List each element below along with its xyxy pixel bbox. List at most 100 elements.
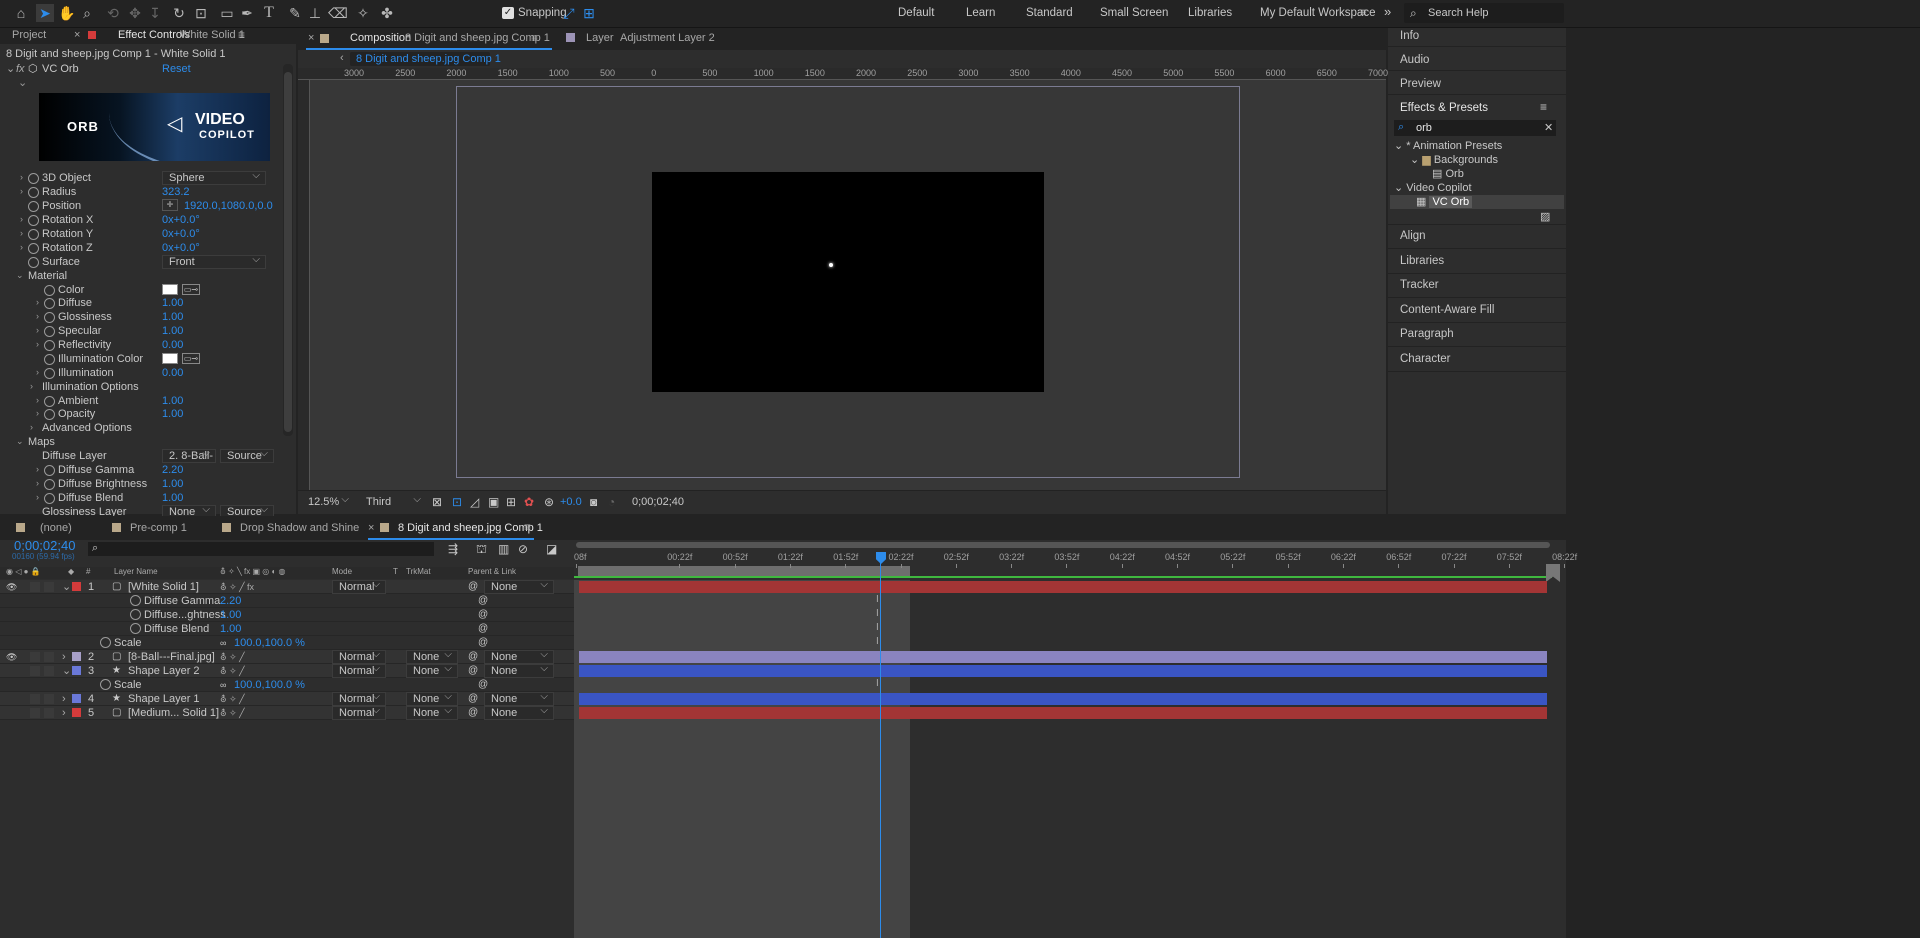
visibility-eye-icon[interactable]: 👁 xyxy=(6,650,17,664)
selection-tool-icon[interactable]: ➤ xyxy=(36,4,54,22)
pan-behind-tool-icon[interactable]: ⊡ xyxy=(192,4,210,22)
property-value[interactable]: 100.0,100.0 % xyxy=(234,636,305,650)
hide-shy-icon[interactable]: ▥ xyxy=(498,542,509,556)
effects-menu-icon[interactable]: ≡ xyxy=(1540,100,1547,114)
twirl-reflectivity-icon[interactable]: › xyxy=(36,339,39,349)
comp-canvas[interactable] xyxy=(652,172,1044,392)
panel-item-tracker[interactable]: Tracker xyxy=(1400,279,1439,291)
comp-mini-flowchart-icon[interactable]: ⇶ xyxy=(448,542,458,556)
transparency-grid-icon[interactable]: ⊡ xyxy=(452,495,462,509)
twirl-diffuse-blend-icon[interactable]: › xyxy=(36,492,39,502)
preview-panel-item[interactable]: Preview xyxy=(1400,78,1441,90)
time-navigator[interactable] xyxy=(576,542,1550,548)
panel-menu-icon[interactable]: ≡ xyxy=(238,28,245,42)
twirl-diffuse-gamma-icon[interactable]: › xyxy=(36,464,39,474)
fx-icon[interactable]: fx xyxy=(16,62,25,76)
show-snapshot-icon[interactable]: ◔ xyxy=(608,495,615,509)
prop-opacity-value[interactable]: 1.00 xyxy=(162,407,183,421)
layer-switch-icons[interactable]: ⛢ ✧ ╱ xyxy=(220,650,245,664)
twirl-specular-icon[interactable]: › xyxy=(36,325,39,335)
layer-solo-switch[interactable] xyxy=(30,666,40,676)
property-value[interactable]: 2.20 xyxy=(220,594,241,608)
layer-duration-bar[interactable] xyxy=(579,651,1547,663)
stopwatch-diffuse-icon[interactable] xyxy=(44,298,55,309)
layer-duration-bar[interactable] xyxy=(579,665,1547,677)
panel-item-libraries[interactable]: Libraries xyxy=(1400,255,1444,267)
layer-name[interactable]: [White Solid 1] xyxy=(128,580,199,594)
layer-solo-switch[interactable] xyxy=(30,582,40,592)
twirl-diffuse-brightness-icon[interactable]: › xyxy=(36,478,39,488)
twirl-radius-icon[interactable]: › xyxy=(20,186,23,196)
trkmat-dropdown[interactable]: None xyxy=(406,649,458,664)
trkmat-dropdown[interactable]: None xyxy=(406,663,458,678)
table-row[interactable]: › 5 ▢ [Medium... Solid 1]⛢ ✧ ╱ Normal None @ No… xyxy=(0,705,574,720)
workspace-libraries[interactable]: Libraries xyxy=(1188,7,1232,19)
fast-previews-icon[interactable]: ⊠ xyxy=(432,495,442,509)
stopwatch-opacity-icon[interactable] xyxy=(44,409,55,420)
layer-twirl-icon[interactable]: ⌄ xyxy=(62,664,71,678)
layer-switch-icons[interactable]: ⛢ ✧ ╱ xyxy=(220,692,245,706)
layer-lock-switch[interactable] xyxy=(44,652,54,662)
workspace-menu-icon[interactable]: ≡ xyxy=(1360,7,1367,19)
tab-layer-name[interactable]: Adjustment Layer 2 xyxy=(620,32,715,44)
prop-diffuse-layer-layer-dropdown[interactable]: 2. 8-Ball- xyxy=(162,448,216,463)
prop-color-swatch[interactable] xyxy=(162,284,178,295)
prop-reflectivity-value[interactable]: 0.00 xyxy=(162,338,183,352)
twirl-rotation-y-icon[interactable]: › xyxy=(20,228,23,238)
stopwatch-illumination-color-icon[interactable] xyxy=(44,354,55,365)
panel-item-content-aware-fill[interactable]: Content-Aware Fill xyxy=(1400,304,1494,316)
stopwatch-icon[interactable] xyxy=(100,679,111,690)
workspace-default[interactable]: Default xyxy=(898,7,934,19)
stopwatch-illumination-icon[interactable] xyxy=(44,368,55,379)
stopwatch-diffuse-blend-icon[interactable] xyxy=(44,493,55,504)
layer-solo-switch[interactable] xyxy=(30,652,40,662)
tab-project[interactable]: Project xyxy=(12,29,46,41)
layer-switch-icons[interactable]: ⛢ ✧ ╱ fx xyxy=(220,580,254,594)
parent-dropdown[interactable]: None xyxy=(484,705,554,720)
exposure-value[interactable]: +0.0 xyxy=(560,496,582,508)
color-management-icon[interactable]: ⊛ xyxy=(544,495,554,509)
zoom-tool-icon[interactable]: ⌕ xyxy=(78,4,96,22)
prop-diffuse-gamma-value[interactable]: 2.20 xyxy=(162,463,183,477)
layer-name[interactable]: [8-Ball---Final.jpg] xyxy=(128,650,215,664)
stopwatch-position-icon[interactable] xyxy=(28,201,39,212)
stopwatch-reflectivity-icon[interactable] xyxy=(44,340,55,351)
rectangle-tool-icon[interactable]: ▭ xyxy=(218,4,236,22)
prop-surface-dropdown[interactable]: Front xyxy=(162,254,266,269)
stopwatch-diffuse-gamma-icon[interactable] xyxy=(44,465,55,476)
pan-tool-icon[interactable]: ✥ xyxy=(126,4,144,22)
layer-label-color[interactable] xyxy=(72,694,81,703)
layer-name[interactable]: Shape Layer 2 xyxy=(128,664,200,678)
layer-lock-switch[interactable] xyxy=(44,666,54,676)
eyedropper-icon[interactable]: ▭⊸ xyxy=(182,353,200,364)
zoom-dropdown[interactable]: 12.5% xyxy=(302,494,354,510)
stopwatch-radius-icon[interactable] xyxy=(28,187,39,198)
constrain-proportions-icon[interactable]: ∞ xyxy=(220,678,226,692)
layer-lock-switch[interactable] xyxy=(44,582,54,592)
expression-pickwhip-icon[interactable]: @ xyxy=(478,608,488,622)
stopwatch-icon[interactable] xyxy=(100,637,111,648)
workspace-small-screen[interactable]: Small Screen xyxy=(1100,7,1168,19)
tree-backgrounds[interactable]: ⌄ ▆ Backgrounds xyxy=(1410,153,1498,167)
twirl-maps-icon[interactable]: ⌄ xyxy=(16,436,24,447)
blend-mode-dropdown[interactable]: Normal xyxy=(332,649,386,664)
timeline-menu-icon[interactable]: ≡ xyxy=(524,520,531,534)
work-area-bar[interactable] xyxy=(578,566,910,576)
table-row[interactable]: Diffuse Blend 1.00 @ xyxy=(0,622,574,636)
audio-panel-item[interactable]: Audio xyxy=(1400,54,1429,66)
twirl-rotation-z-icon[interactable]: › xyxy=(20,242,23,252)
stopwatch-diffuse-brightness-icon[interactable] xyxy=(44,479,55,490)
tree-animation-presets[interactable]: ⌄ * Animation Presets xyxy=(1394,139,1502,153)
parent-dropdown[interactable]: None xyxy=(484,579,554,594)
blend-mode-dropdown[interactable]: Normal xyxy=(332,579,386,594)
snap-features-icon[interactable]: ⊞ xyxy=(580,4,598,22)
layer-label-color[interactable] xyxy=(72,652,81,661)
twirl-rotation-x-icon[interactable]: › xyxy=(20,214,23,224)
parent-pickwhip-icon[interactable]: @ xyxy=(468,580,478,594)
puppet-pin-icon[interactable]: ✤ xyxy=(378,4,396,22)
frame-blending-icon[interactable]: ⊘ xyxy=(518,542,528,556)
stopwatch-color-icon[interactable] xyxy=(44,285,55,296)
panel-item-align[interactable]: Align xyxy=(1400,230,1426,242)
pen-tool-icon[interactable]: ✒ xyxy=(238,4,256,22)
timeline-timecode[interactable]: 0;00;02;40 xyxy=(14,538,75,553)
